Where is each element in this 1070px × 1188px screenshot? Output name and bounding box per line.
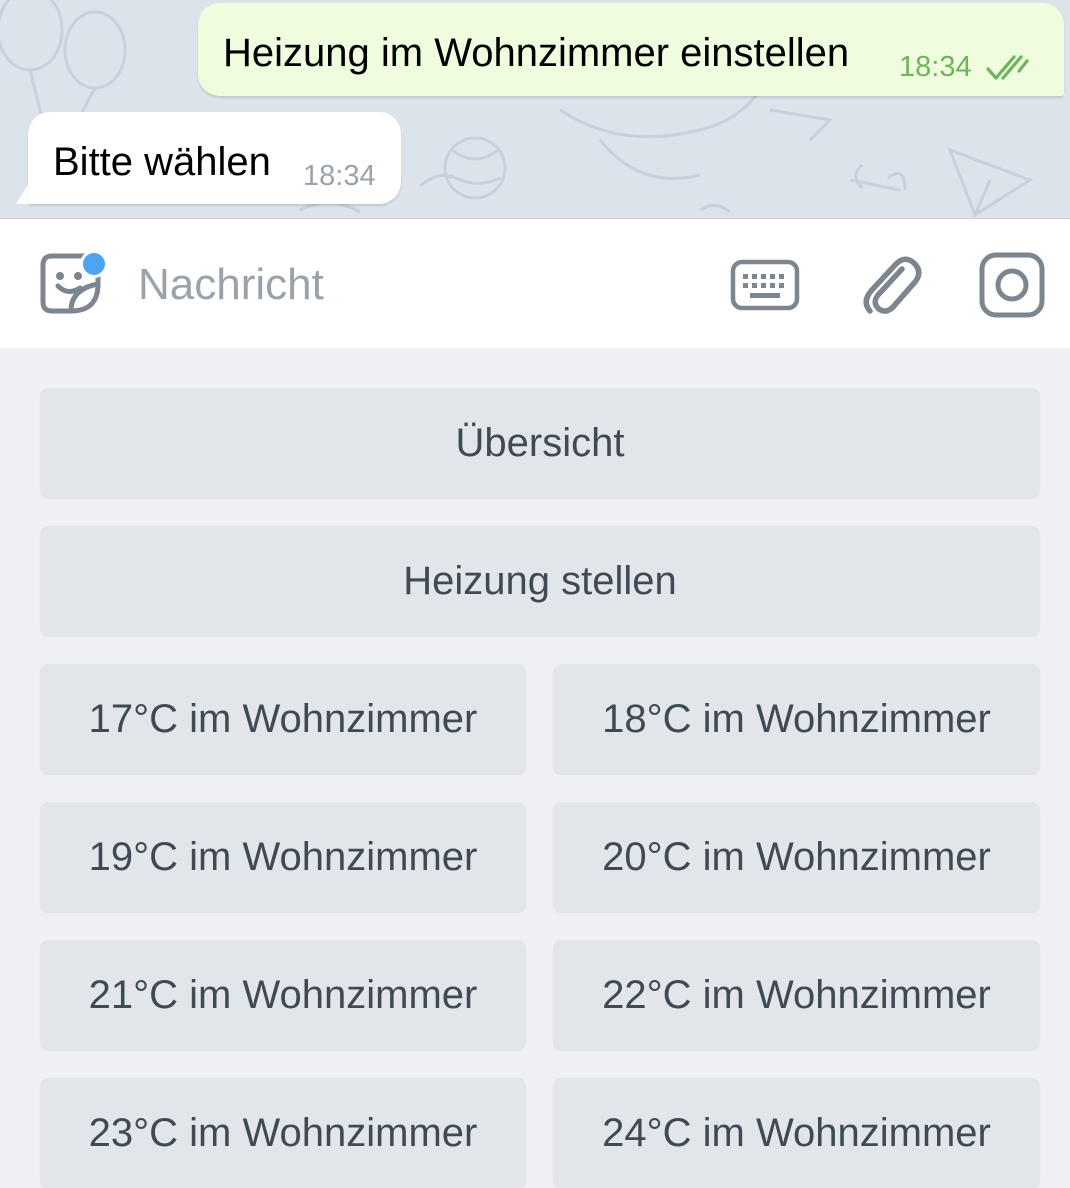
message-input[interactable] [138,257,698,313]
keyboard-button-22c[interactable]: 22°C im Wohnzimmer [553,940,1040,1050]
outgoing-message-text: Heizung im Wohnzimmer einstellen [223,31,850,75]
outgoing-message-time: 18:34 [899,51,972,83]
keyboard-button-20c[interactable]: 20°C im Wohnzimmer [553,802,1040,912]
message-input-bar [0,218,1070,348]
keyboard-button-set-heating[interactable]: Heizung stellen [40,526,1040,636]
keyboard-button-17c[interactable]: 17°C im Wohnzimmer [40,664,526,774]
keyboard-button-23c[interactable]: 23°C im Wohnzimmer [40,1078,526,1188]
incoming-message-text: Bitte wählen [53,140,271,184]
keyboard-button-19c[interactable]: 19°C im Wohnzimmer [40,802,526,912]
keyboard-button-24c[interactable]: 24°C im Wohnzimmer [553,1078,1040,1188]
incoming-message-time: 18:34 [303,160,376,192]
notification-dot [80,250,108,278]
camera-icon[interactable] [978,251,1046,319]
attach-icon[interactable] [858,251,924,317]
double-check-icon [986,55,1029,80]
bot-keyboard: Übersicht Heizung stellen 17°C im Wohnzi… [0,348,1070,1188]
keyboard-icon[interactable] [730,259,800,311]
keyboard-button-overview[interactable]: Übersicht [40,388,1040,498]
outgoing-message[interactable]: Heizung im Wohnzimmer einstellen 18:34 [198,3,1064,96]
keyboard-button-21c[interactable]: 21°C im Wohnzimmer [40,940,526,1050]
keyboard-button-18c[interactable]: 18°C im Wohnzimmer [553,664,1040,774]
incoming-message[interactable]: Bitte wählen 18:34 [28,112,401,204]
chat-area: Heizung im Wohnzimmer einstellen 18:34 B… [0,0,1070,218]
